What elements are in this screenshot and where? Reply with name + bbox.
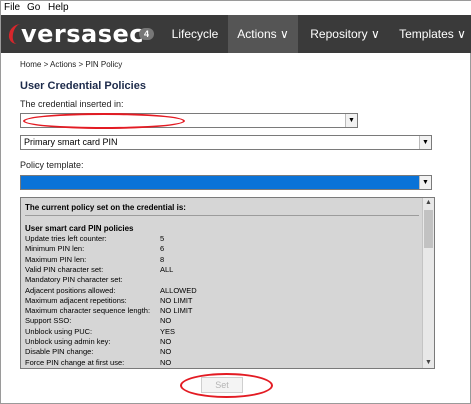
- policy-heading: The current policy set on the credential…: [25, 203, 186, 212]
- policy-row: Adjacent positions allowed: ALLOWED: [25, 286, 415, 296]
- policy-template-select[interactable]: ▼: [20, 175, 432, 190]
- breadcrumb: Home > Actions > PIN Policy: [20, 60, 123, 69]
- policy-key: Unblock using PUC:: [25, 326, 93, 336]
- highlight-oval: [180, 373, 273, 398]
- menu-help[interactable]: Help: [48, 2, 69, 13]
- scroll-thumb[interactable]: [424, 210, 433, 248]
- policy-row: Mandatory PIN character set:: [25, 275, 415, 285]
- nav-actions[interactable]: Actions ∨: [228, 15, 298, 53]
- highlight-oval: [23, 113, 185, 129]
- policy-value: NO: [160, 347, 172, 357]
- policy-key: Maximum adjacent repetitions:: [25, 295, 127, 305]
- policy-row: Unblock using PUC: YES: [25, 327, 415, 337]
- policy-row: Force PIN change at first use: NO: [25, 358, 415, 368]
- notification-badge[interactable]: 4: [139, 28, 154, 40]
- policy-key: Maximum PIN len:: [25, 254, 87, 264]
- nav-lifecycle[interactable]: Lifecycle: [164, 15, 226, 53]
- policy-key: Support SSO:: [25, 316, 72, 326]
- nav-templates[interactable]: Templates ∨: [393, 15, 471, 53]
- policy-value: NO: [160, 337, 172, 346]
- policy-value: NO: [160, 316, 172, 326]
- scroll-down-icon[interactable]: ▼: [423, 358, 434, 368]
- menu-file[interactable]: File: [4, 2, 20, 13]
- policy-row: Maximum adjacent repetitions: NO LIMIT: [25, 296, 415, 306]
- policy-row: Update tries left counter: 5: [25, 234, 415, 244]
- logo-swoosh-icon: [7, 21, 21, 47]
- policy-details-panel: The current policy set on the credential…: [20, 197, 435, 369]
- policy-key: Maximum character sequence length:: [25, 306, 151, 316]
- dropdown-arrow-icon[interactable]: ▼: [419, 176, 431, 189]
- policy-row: Minimum PIN len: 6: [25, 244, 415, 254]
- policy-value: 8: [160, 254, 165, 264]
- policy-key: Force PIN change at first use:: [25, 357, 125, 367]
- page-title: User Credential Policies: [20, 80, 146, 92]
- nav-repository[interactable]: Repository ∨: [302, 15, 388, 53]
- policy-key: Minimum PIN len:: [25, 244, 85, 254]
- policy-value: ALLOWED: [160, 285, 197, 295]
- policy-key: Update tries left counter:: [25, 234, 107, 243]
- policy-row: Unblock using admin key: NO: [25, 337, 415, 347]
- policy-value: 5: [160, 234, 165, 243]
- versasec-logo: versasec: [7, 19, 144, 49]
- menu-go[interactable]: Go: [27, 2, 40, 13]
- pin-type-select[interactable]: Primary smart card PIN ▼: [20, 135, 432, 150]
- policy-value: NO LIMIT: [160, 295, 193, 305]
- menu-bar: File Go Help: [1, 1, 471, 15]
- app-header: versasec 4 Lifecycle Actions ∨ Repositor…: [1, 15, 471, 53]
- policy-key: Mandatory PIN character set:: [25, 275, 123, 285]
- policy-row: Maximum character sequence length: NO LIM…: [25, 306, 415, 316]
- policy-value: NO LIMIT: [160, 306, 193, 316]
- pin-type-value: Primary smart card PIN: [24, 137, 118, 147]
- panel-scrollbar[interactable]: ▲ ▼: [422, 198, 434, 368]
- divider: [25, 215, 419, 216]
- policy-key: Adjacent positions allowed:: [25, 285, 116, 295]
- policy-section-title: User smart card PIN policies: [25, 224, 134, 233]
- policy-template-label: Policy template:: [20, 160, 84, 170]
- policy-row: Maximum PIN len: 8: [25, 255, 415, 265]
- policy-key: Unblock using admin key:: [25, 337, 111, 346]
- policy-value: YES: [160, 326, 176, 336]
- policy-row: Support SSO: NO: [25, 316, 415, 326]
- policy-key: Valid PIN character set:: [25, 264, 104, 274]
- logo-text: versasec: [21, 20, 145, 48]
- policy-key: Disable PIN change:: [25, 347, 94, 357]
- scroll-up-icon[interactable]: ▲: [423, 198, 434, 208]
- policy-row: Disable PIN change: NO: [25, 347, 415, 357]
- dropdown-arrow-icon[interactable]: ▼: [345, 114, 357, 127]
- policy-row: Valid PIN character set: ALL: [25, 265, 415, 275]
- policy-value: 6: [160, 244, 165, 254]
- policy-value: NO: [160, 357, 172, 367]
- policy-value: ALL: [160, 264, 174, 274]
- dropdown-arrow-icon[interactable]: ▼: [419, 136, 431, 149]
- credential-label: The credential inserted in:: [20, 99, 124, 109]
